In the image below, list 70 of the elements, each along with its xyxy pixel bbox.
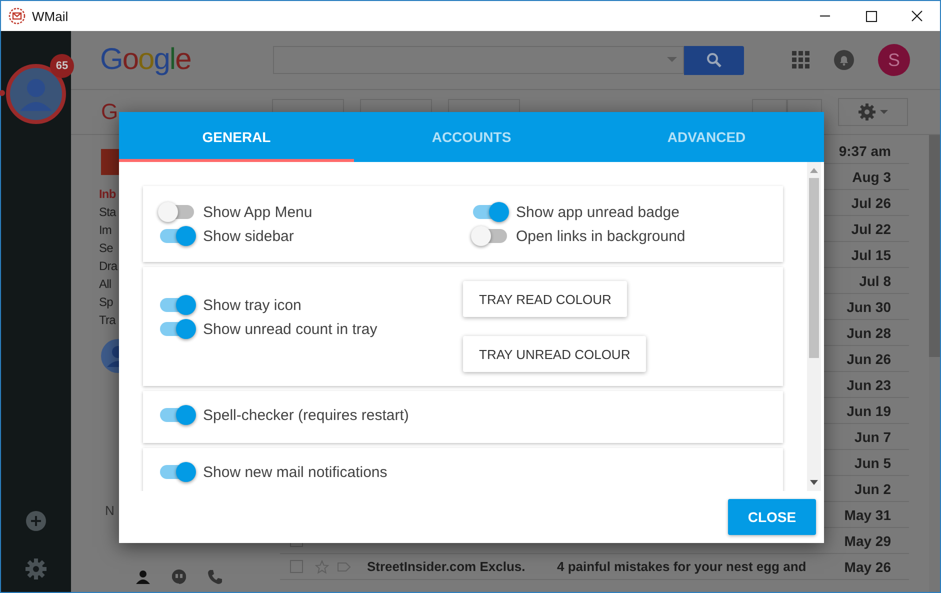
email-date: Jul 26 [850, 194, 892, 210]
settings-tab[interactable]: GENERAL [119, 112, 354, 162]
toggle-label: Show tray icon [203, 296, 302, 314]
toggle-label: Spell-checker (requires restart) [203, 406, 409, 424]
search-icon [706, 52, 722, 68]
settings-button[interactable] [838, 98, 908, 126]
search-field[interactable] [273, 46, 684, 74]
unread-badge: 65 [50, 54, 74, 78]
toggle-switch[interactable] [473, 229, 507, 243]
email-date: 9:37 am [838, 142, 892, 158]
email-date: Jun 2 [853, 480, 892, 496]
toggle-label: Show sidebar [203, 228, 294, 244]
google-logo: Google [100, 43, 192, 77]
quote-bubble-icon[interactable] [171, 569, 187, 585]
account-avatar[interactable] [5, 63, 67, 125]
email-date: Jun 30 [846, 298, 892, 314]
envelope-icon [8, 7, 26, 25]
settings-tab[interactable]: ADVANCED [589, 112, 824, 162]
person-icon[interactable] [135, 569, 151, 585]
email-date: Jun 23 [846, 376, 892, 392]
colour-button[interactable]: TRAY READ COLOUR [463, 281, 628, 317]
scroll-down-arrow-icon[interactable] [810, 480, 818, 485]
row-checkbox[interactable] [290, 560, 303, 573]
email-sender: StreetInsider.com Exclus. [367, 559, 526, 574]
email-date: May 29 [843, 532, 892, 548]
app-label: G [101, 99, 120, 125]
dropdown-caret-icon [667, 57, 677, 63]
toggle-switch[interactable] [160, 408, 194, 422]
toggle-switch[interactable] [160, 298, 194, 312]
email-date: Jun 19 [846, 402, 892, 418]
email-date: May 26 [843, 558, 892, 574]
colour-button[interactable]: TRAY UNREAD COLOUR [463, 336, 646, 372]
email-date: Jul 8 [858, 272, 892, 288]
toggle-switch[interactable] [160, 205, 194, 219]
close-button[interactable]: CLOSE [728, 499, 816, 535]
email-date: Jul 22 [850, 220, 892, 236]
toggle-label: Show App Menu [203, 204, 312, 220]
phone-icon[interactable] [207, 569, 223, 585]
email-date: Jun 28 [846, 324, 892, 340]
email-date: Jun 5 [853, 454, 892, 470]
scroll-up-arrow-icon[interactable] [810, 168, 818, 173]
toggle-switch[interactable] [160, 465, 194, 479]
email-date: Jun 26 [846, 350, 892, 366]
toggle-switch[interactable] [473, 205, 507, 219]
toggle-switch[interactable] [160, 229, 194, 243]
add-icon[interactable] [25, 510, 47, 532]
star-icon[interactable] [315, 560, 329, 574]
indicator-dot [0, 90, 5, 96]
email-date: Jul 15 [850, 246, 892, 262]
label-tag-icon[interactable] [337, 560, 351, 572]
window-title: WMail [32, 8, 68, 24]
user-avatar[interactable]: S [878, 44, 910, 76]
email-date: Jun 7 [853, 428, 892, 444]
scrollbar-thumb[interactable] [809, 178, 819, 358]
apps-grid-icon[interactable] [792, 51, 810, 69]
search-button[interactable] [684, 46, 744, 74]
toggle-label: Show new mail notifications [203, 464, 388, 480]
settings-icon [858, 103, 876, 121]
toggle-label: Show unread count in tray [203, 320, 378, 338]
caret-icon [880, 110, 888, 114]
email-date: May 31 [843, 506, 892, 522]
settings-tab[interactable]: ACCOUNTS [354, 112, 589, 162]
toggle-label: Open links in background [516, 228, 686, 244]
toggle-switch[interactable] [160, 322, 194, 336]
toggle-label: Show app unread badge [516, 204, 680, 220]
email-subject: 4 painful mistakes for your nest egg and [557, 559, 808, 574]
notification-bell-icon[interactable] [834, 50, 854, 70]
email-date: Aug 3 [851, 168, 892, 184]
scrollbar-thumb[interactable] [929, 135, 940, 357]
nav-label: N [105, 503, 116, 518]
